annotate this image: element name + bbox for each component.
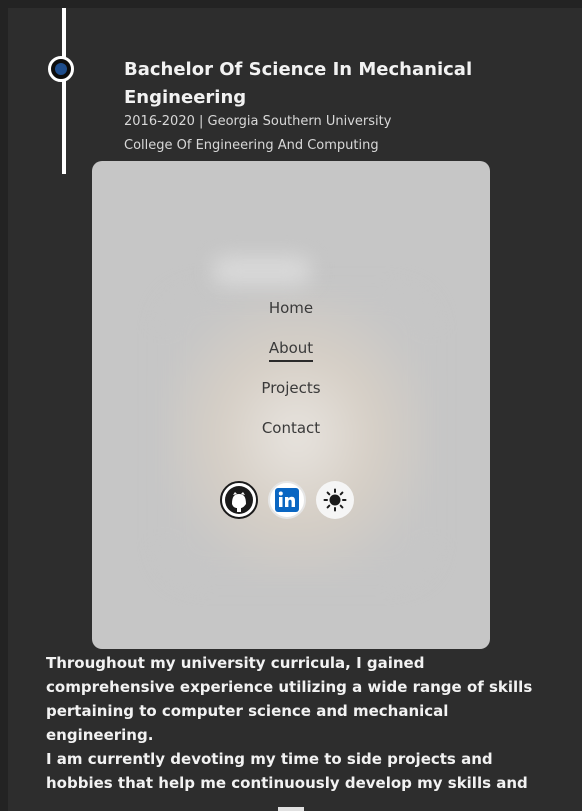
linkedin-icon[interactable] (268, 481, 306, 519)
nav-overlay-menu: Home About Projects Contact (92, 161, 490, 649)
nav-home[interactable]: Home (92, 298, 490, 318)
nav-contact[interactable]: Contact (92, 418, 490, 438)
degree-title: Bachelor Of Science In Mechanical Engine… (124, 59, 473, 108)
github-icon[interactable] (220, 481, 258, 519)
sun-icon[interactable] (316, 481, 354, 519)
about-paragraph-1: Throughout my university curricula, I ga… (46, 654, 533, 744)
blurred-photo-detail (212, 256, 312, 286)
nav-about[interactable]: About (92, 338, 490, 362)
degree-college: College Of Engineering And Computing (124, 138, 379, 153)
social-icons (92, 481, 490, 521)
scroll-indicator (278, 807, 304, 811)
timeline-line (62, 8, 66, 174)
degree-years-school: 2016-2020 | Georgia Southern University (124, 114, 392, 129)
timeline-dot (48, 56, 74, 82)
about-paragraph-2: I am currently devoting my time to side … (46, 750, 528, 792)
nav-projects[interactable]: Projects (92, 378, 490, 398)
